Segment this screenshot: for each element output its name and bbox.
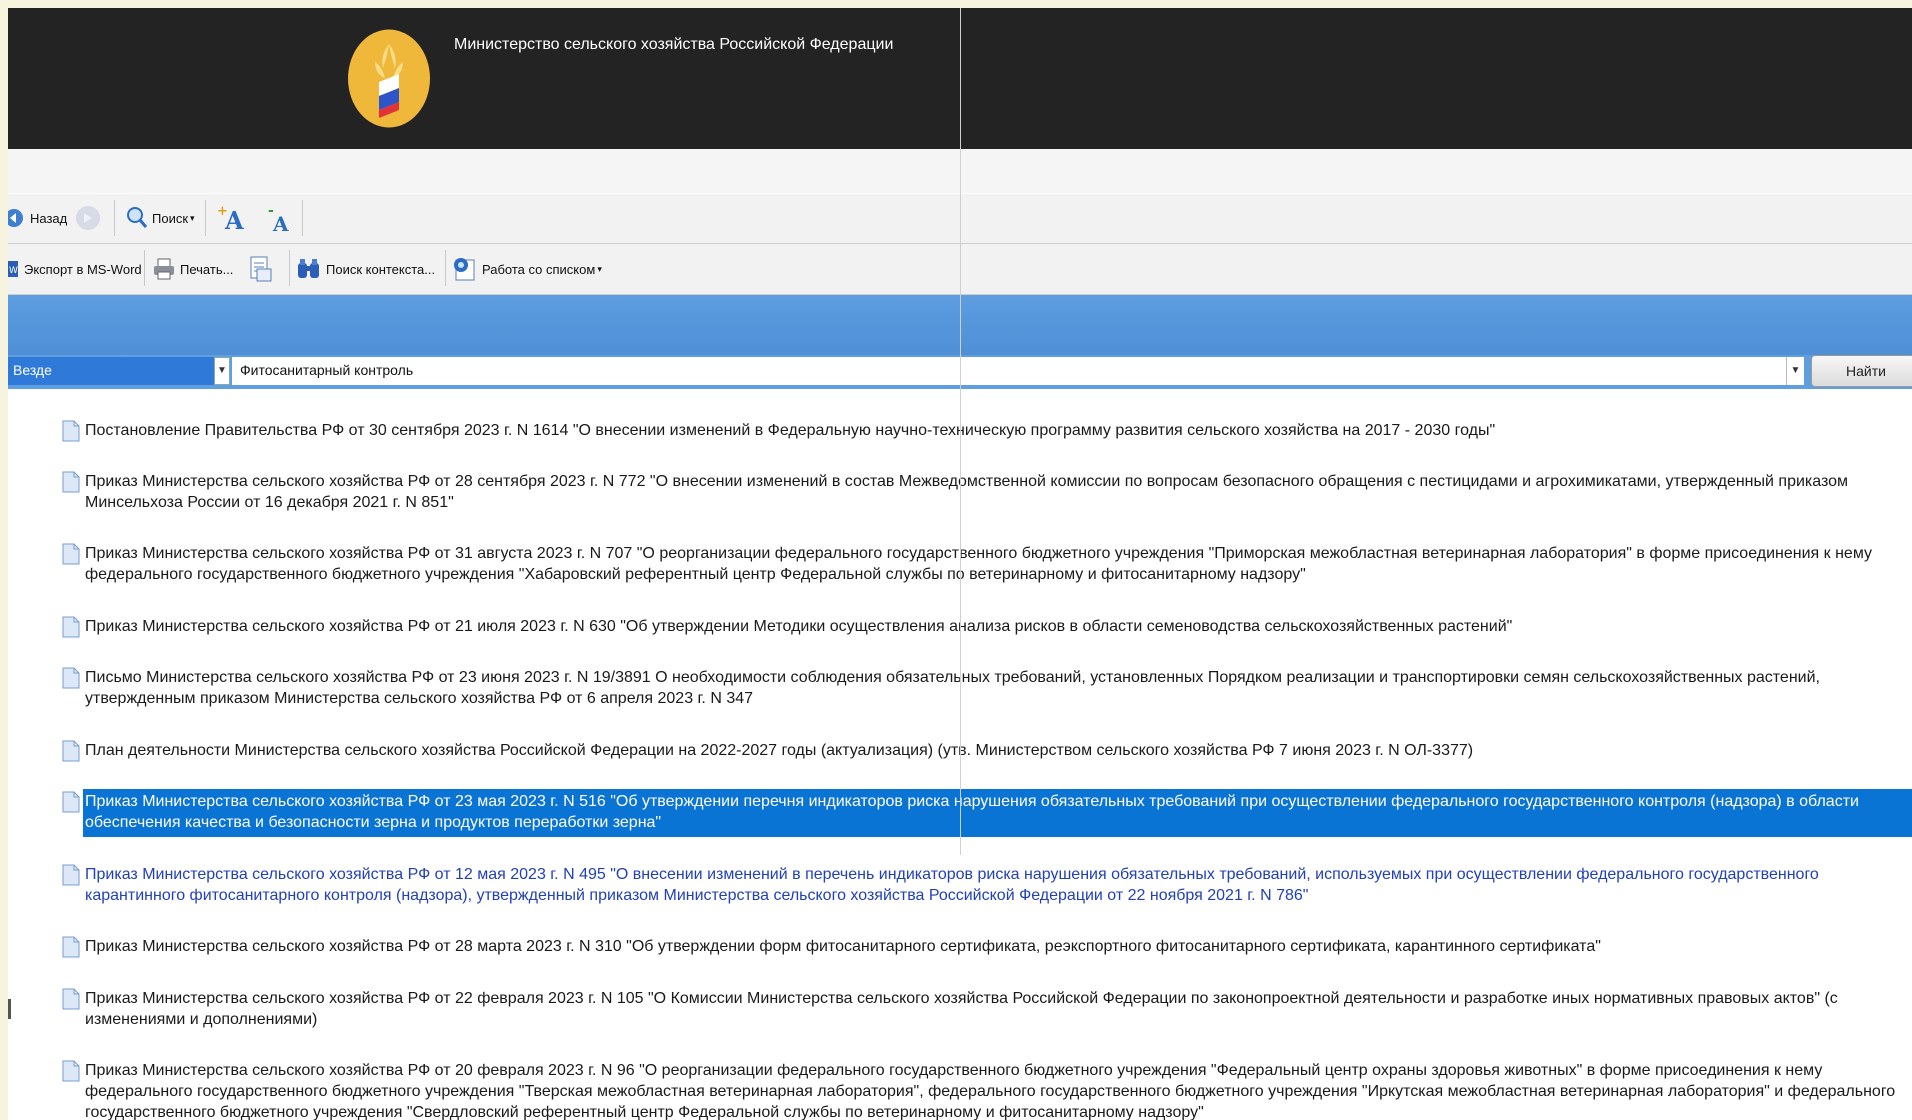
pane-divider	[960, 8, 961, 855]
list-actions-button[interactable]: Работа со списком ▾	[452, 254, 602, 284]
svg-text:+: +	[217, 204, 228, 219]
splitter-handle[interactable]	[8, 999, 11, 1019]
document-icon	[62, 791, 80, 813]
list-tools-icon	[454, 258, 475, 281]
application-window: Министерство сельского хозяйства Российс…	[8, 8, 1912, 1120]
svg-text:A: A	[272, 212, 289, 233]
result-title[interactable]: Приказ Министерства сельского хозяйства …	[83, 934, 1912, 959]
back-button[interactable]: Назад	[8, 203, 67, 233]
find-button[interactable]: Найти	[1811, 355, 1912, 387]
result-title[interactable]: Приказ Министерства сельского хозяйства …	[83, 789, 1912, 837]
result-title[interactable]: Приказ Министерства сельского хозяйства …	[83, 986, 1912, 1032]
svg-text:W: W	[9, 266, 18, 276]
result-title[interactable]: Письмо Министерства сельского хозяйства …	[83, 665, 1912, 711]
forward-button[interactable]	[74, 203, 102, 233]
result-title[interactable]: План деятельности Министерства сельского…	[83, 738, 1912, 763]
document-icon	[62, 616, 80, 638]
toolbar-separator	[205, 200, 206, 236]
toolbar-separator	[144, 250, 145, 286]
result-title[interactable]: Приказ Министерства сельского хозяйства …	[83, 541, 1912, 587]
ministry-logo	[348, 29, 430, 128]
increase-font-button[interactable]: A +	[216, 203, 246, 233]
back-label: Назад	[30, 210, 68, 226]
document-icon	[62, 543, 80, 565]
document-icon	[62, 471, 80, 493]
document-icon	[62, 740, 80, 762]
document-icon	[62, 936, 80, 958]
chevron-down-icon[interactable]: ▼	[214, 357, 230, 385]
document-icon	[62, 420, 80, 442]
svg-text:-: -	[268, 203, 274, 219]
toolbar-separator	[114, 200, 115, 236]
decrease-font-icon: A-	[268, 203, 289, 233]
document-icon	[62, 864, 80, 886]
increase-font-icon: A+	[217, 204, 244, 233]
result-title[interactable]: Приказ Министерства сельского хозяйства …	[83, 469, 1912, 515]
export-word-button[interactable]: W Экспорт в MS-Word	[8, 254, 142, 284]
context-search-label: Поиск контекста...	[326, 261, 436, 277]
search-menu-button[interactable]: Поиск ▾	[126, 203, 195, 233]
result-title[interactable]: Приказ Министерства сельского хозяйства …	[83, 1058, 1912, 1120]
toolbar-separator	[289, 250, 290, 286]
result-title[interactable]: Приказ Министерства сельского хозяйства …	[83, 614, 1912, 639]
chevron-down-icon: ▾	[190, 212, 195, 223]
print-button[interactable]: Печать...	[152, 254, 233, 284]
document-icon	[62, 988, 80, 1010]
preview-button[interactable]	[248, 254, 274, 284]
search-query-input[interactable]: Фитосанитарный контроль	[232, 357, 1802, 385]
document-icon	[62, 667, 80, 689]
scope-select[interactable]: Везде	[8, 357, 228, 385]
export-word-label: Экспорт в MS-Word	[24, 261, 142, 277]
result-title[interactable]: Приказ Министерства сельского хозяйства …	[83, 862, 1912, 908]
decrease-font-button[interactable]: A-	[264, 203, 294, 233]
print-label: Печать...	[180, 261, 234, 277]
word-icon: W	[8, 261, 18, 277]
printer-icon	[154, 258, 174, 280]
binoculars-icon	[298, 259, 319, 278]
list-actions-label: Работа со списком	[482, 261, 596, 277]
search-label: Поиск	[152, 210, 189, 226]
document-icon	[62, 1060, 80, 1082]
back-arrow-icon	[8, 209, 23, 227]
forward-arrow-icon	[76, 206, 100, 230]
chevron-down-icon: ▾	[597, 263, 602, 274]
toolbar-separator	[445, 250, 446, 286]
ministry-title: Министерство сельского хозяйства Российс…	[454, 36, 894, 53]
search-icon	[127, 207, 148, 228]
context-search-button[interactable]: Поиск контекста...	[296, 254, 435, 284]
chevron-down-icon[interactable]: ▼	[1786, 357, 1804, 385]
document-preview-icon	[250, 256, 272, 282]
result-title[interactable]: Постановление Правительства РФ от 30 сен…	[83, 418, 1912, 443]
toolbar-separator	[302, 200, 303, 236]
